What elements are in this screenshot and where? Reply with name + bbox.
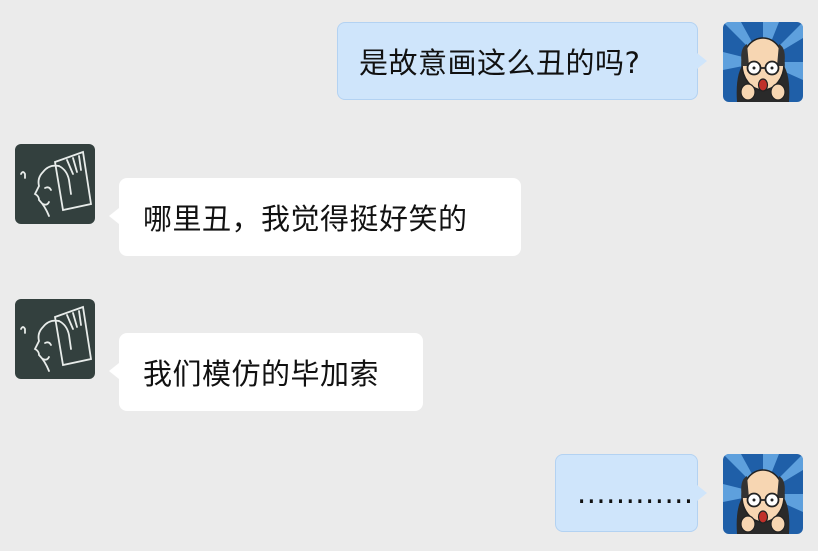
bubble-tail: [109, 208, 119, 224]
cartoon-bald-man-avatar-icon: [723, 22, 803, 102]
bubble-tail: [697, 485, 707, 501]
message-text: ............: [577, 476, 694, 510]
cartoon-bald-man-avatar-icon: [723, 454, 803, 534]
friend-avatar[interactable]: [15, 144, 95, 224]
my-avatar[interactable]: [723, 22, 803, 102]
bubble-tail: [109, 363, 119, 379]
message-text: 是故意画这么丑的吗?: [359, 46, 641, 80]
chat-thread: 是故意画这么丑的吗? 哪里丑，我觉得挺好笑的 我们模仿的毕加索 ........…: [0, 0, 818, 551]
message-bubble-received[interactable]: 我们模仿的毕加索: [109, 333, 423, 411]
message-bubble-sent[interactable]: ............: [555, 454, 707, 532]
bubble-tail: [697, 53, 707, 69]
sketch-face-avatar-icon: [15, 299, 95, 379]
my-avatar[interactable]: [723, 454, 803, 534]
message-text: 哪里丑，我觉得挺好笑的: [143, 202, 468, 236]
message-bubble-received[interactable]: 哪里丑，我觉得挺好笑的: [109, 178, 521, 256]
message-text: 我们模仿的毕加索: [143, 357, 380, 391]
message-bubble-sent[interactable]: 是故意画这么丑的吗?: [337, 22, 707, 100]
friend-avatar[interactable]: [15, 299, 95, 379]
sketch-face-avatar-icon: [15, 144, 95, 224]
